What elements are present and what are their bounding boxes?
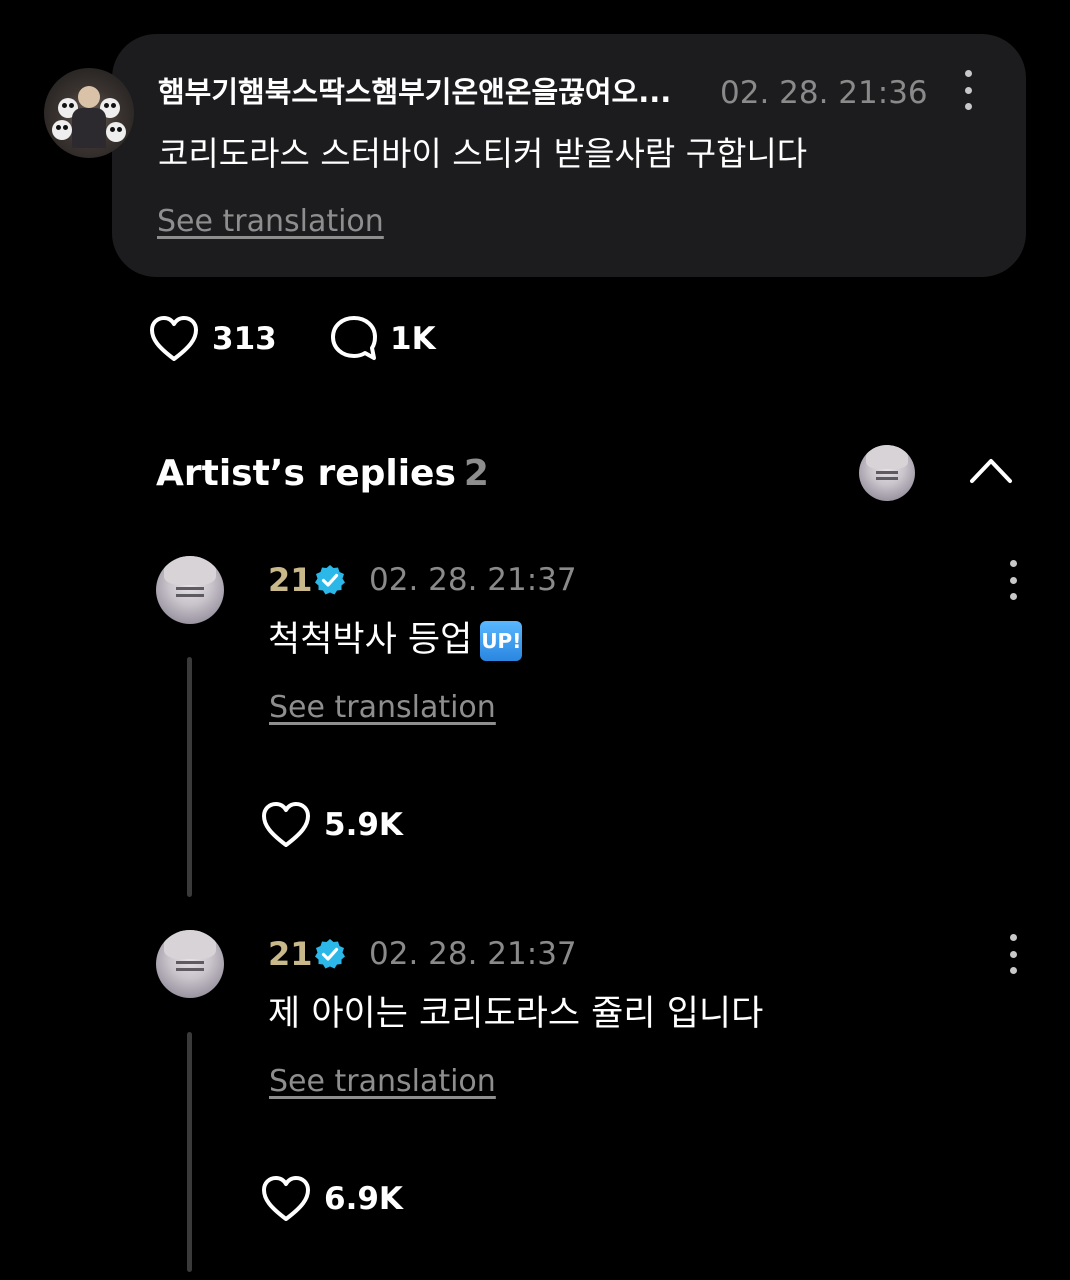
more-vertical-icon[interactable] [1008, 934, 1018, 974]
post-comment-count: 1K [390, 321, 436, 357]
heart-icon [150, 316, 198, 361]
more-vertical-icon[interactable] [1008, 560, 1018, 600]
artist-replies-count: 2 [463, 453, 489, 494]
reply-like-button[interactable]: 6.9K [260, 1174, 403, 1224]
thread-line [187, 657, 192, 897]
reply-body: 척척박사 등업 UP! [268, 616, 523, 664]
post-timestamp: 02. 28. 21:36 [720, 75, 928, 111]
verified-badge-icon [315, 565, 345, 595]
up-emoji: UP! [480, 621, 523, 661]
artist-replies-label: Artist’s replies [156, 453, 456, 494]
post-author-avatar[interactable] [44, 68, 134, 158]
reply-timestamp: 02. 28. 21:37 [369, 936, 577, 972]
reply-timestamp: 02. 28. 21:37 [369, 562, 577, 598]
post-body: 코리도라스 스터바이 스티커 받을사람 구합니다 [158, 134, 808, 173]
reply-author-avatar[interactable] [156, 930, 224, 998]
more-vertical-icon[interactable] [963, 70, 973, 110]
post-like-count: 313 [212, 321, 277, 357]
comment-bubble-icon [331, 316, 377, 360]
post-see-translation-link[interactable]: See translation [157, 202, 384, 242]
reply-like-button[interactable]: 5.9K [260, 800, 403, 850]
heart-icon [262, 1176, 310, 1221]
reply-body-text: 척척박사 등업 [268, 620, 473, 660]
artist-replies-title: Artist’s replies 2 [156, 450, 489, 498]
reply-like-count: 5.9K [324, 807, 403, 843]
post-comment-button[interactable]: 1K [330, 314, 436, 364]
reply-author-avatar[interactable] [156, 556, 224, 624]
post-author-name[interactable]: 햄부기햄북스딱스햄부기온앤온을끊여오... [158, 72, 688, 112]
verified-badge-icon [315, 939, 345, 969]
reply-like-count: 6.9K [324, 1181, 403, 1217]
chevron-up-icon[interactable] [968, 455, 1014, 485]
thread-line [187, 1032, 192, 1272]
reply-body: 제 아이는 코리도라스 쥴리 입니다 [268, 994, 764, 1034]
reply-author-name[interactable]: 21 [268, 560, 313, 600]
post-like-button[interactable]: 313 [148, 314, 277, 364]
artist-avatar[interactable] [859, 445, 915, 501]
reply-see-translation-link[interactable]: See translation [269, 1062, 496, 1102]
reply-see-translation-link[interactable]: See translation [269, 688, 496, 728]
reply-author-name[interactable]: 21 [268, 934, 313, 974]
heart-icon [262, 802, 310, 847]
